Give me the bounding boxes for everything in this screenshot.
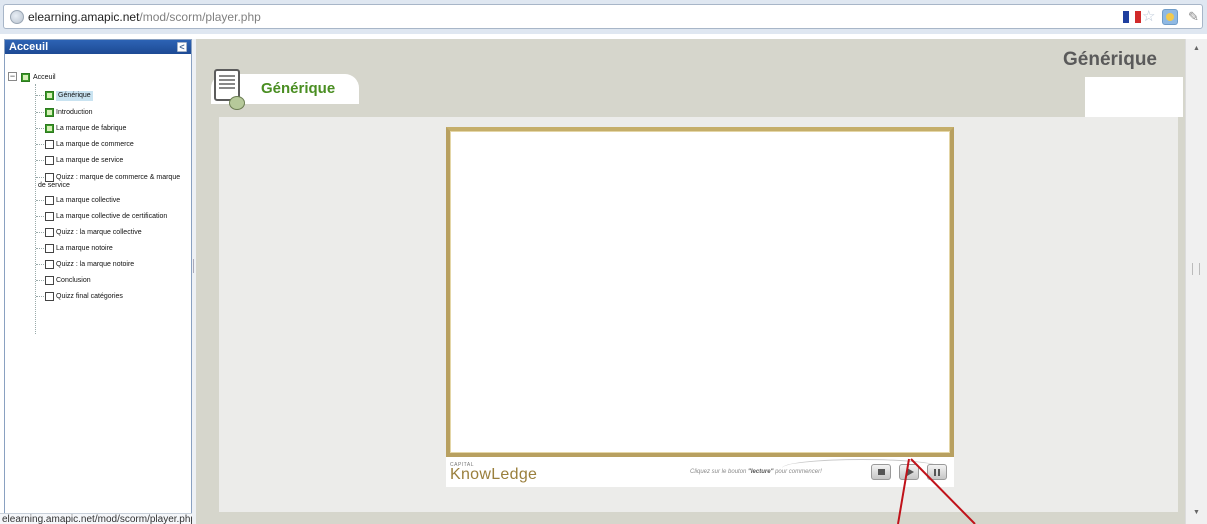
tree-item-root[interactable]: Acceuil bbox=[5, 70, 191, 86]
tree-item-label-continued: de service bbox=[38, 182, 70, 189]
stop-button[interactable] bbox=[871, 464, 891, 480]
extension-icon[interactable] bbox=[1162, 9, 1178, 25]
vertical-scrollbar[interactable]: ▲ ▼ bbox=[1185, 39, 1207, 524]
tree-item[interactable]: La marque de fabrique bbox=[5, 122, 191, 138]
scorm-player-stage[interactable] bbox=[446, 127, 954, 457]
url-text: elearning.amapic.net/mod/scorm/player.ph… bbox=[28, 10, 261, 24]
globe-icon bbox=[10, 10, 24, 24]
tree-item-label: Acceuil bbox=[33, 74, 56, 81]
completed-icon bbox=[45, 124, 54, 133]
tree-item[interactable]: Quizz : marque de commerce & marque de se… bbox=[5, 171, 191, 189]
tree-item[interactable]: La marque collective bbox=[5, 194, 191, 210]
pause-button[interactable] bbox=[927, 464, 947, 480]
page-title: Générique bbox=[1063, 49, 1157, 70]
star-icon[interactable]: ☆ bbox=[1142, 8, 1155, 26]
tree-branch-line bbox=[36, 296, 44, 297]
brand-logo: KnowLedge bbox=[450, 466, 538, 483]
tree-item-label: Conclusion bbox=[56, 277, 91, 284]
checkbox-icon bbox=[21, 73, 30, 82]
content-panel: CAPITAL KnowLedge Cliquez sur le bouton … bbox=[219, 117, 1178, 512]
play-hint: Cliquez sur le bouton "lecture" pour com… bbox=[690, 469, 822, 475]
tree-item-label: La marque notoire bbox=[56, 245, 113, 252]
tree-branch-line bbox=[36, 112, 44, 113]
tree-branch-line bbox=[36, 144, 44, 145]
checkbox-icon bbox=[45, 196, 54, 205]
tree-item[interactable]: Quizz : la marque collective bbox=[5, 226, 191, 242]
tree-item[interactable]: Générique bbox=[5, 89, 191, 105]
checkbox-icon bbox=[45, 228, 54, 237]
tree-item[interactable]: Quizz : la marque notoire bbox=[5, 258, 191, 274]
tree-branch-line bbox=[36, 177, 44, 178]
url-field[interactable]: elearning.amapic.net/mod/scorm/player.ph… bbox=[3, 4, 1203, 29]
tree-item-label: Quizz : marque de commerce & marque bbox=[56, 174, 181, 181]
play-button[interactable] bbox=[899, 464, 919, 480]
tree-branch-line bbox=[36, 280, 44, 281]
scroll-up-arrow-icon[interactable]: ▲ bbox=[1193, 45, 1200, 52]
checkbox-icon bbox=[45, 212, 54, 221]
tree-branch-line bbox=[36, 264, 44, 265]
main-content: Générique Générique CAPITAL KnowLedge Cl… bbox=[196, 39, 1185, 524]
tree-item-label: Quizz final catégories bbox=[56, 293, 123, 300]
section-tab: Générique bbox=[211, 69, 359, 110]
tree-branch-line bbox=[36, 128, 44, 129]
tree-item[interactable]: La marque collective de certification bbox=[5, 210, 191, 226]
tree-item-label: La marque collective de certification bbox=[56, 213, 168, 220]
tree-item[interactable]: La marque de service bbox=[5, 154, 191, 170]
tree-branch-line bbox=[36, 200, 44, 201]
section-tab-title: Générique bbox=[261, 80, 336, 97]
sidebar-header: Acceuil < bbox=[5, 40, 191, 54]
checkbox-icon bbox=[45, 140, 54, 149]
tree-branch-line bbox=[36, 160, 44, 161]
tree-item-label: Générique bbox=[56, 91, 93, 101]
checkbox-icon bbox=[45, 156, 54, 165]
checkbox-icon bbox=[45, 276, 54, 285]
tree-branch-line bbox=[36, 216, 44, 217]
completed-icon bbox=[45, 91, 54, 100]
tree-item-label: La marque de service bbox=[56, 157, 124, 164]
scrollbar-thumb[interactable] bbox=[1192, 263, 1200, 275]
sidebar-title: Acceuil bbox=[9, 41, 49, 53]
tree-item-label: La marque de fabrique bbox=[56, 125, 127, 132]
completed-icon bbox=[45, 108, 54, 117]
tree-item[interactable]: Conclusion bbox=[5, 274, 191, 290]
tree-item-label: La marque collective bbox=[56, 197, 121, 204]
tree-item[interactable]: La marque de commerce bbox=[5, 138, 191, 154]
checkbox-icon bbox=[45, 292, 54, 301]
tree-branch-line bbox=[36, 248, 44, 249]
toc-sidebar: Acceuil < − Acceuil Générique Introduction… bbox=[4, 39, 192, 524]
browser-address-bar: elearning.amapic.net/mod/scorm/player.ph… bbox=[0, 0, 1207, 34]
tree-item[interactable]: Quizz final catégories bbox=[5, 290, 191, 306]
wrench-icon[interactable]: ✎ bbox=[1188, 8, 1199, 26]
badge-icon bbox=[229, 96, 245, 110]
status-bar: elearning.amapic.net/mod/scorm/player.ph… bbox=[0, 513, 196, 524]
tree-item-label: Introduction bbox=[56, 109, 93, 116]
tree-item[interactable]: La marque notoire bbox=[5, 242, 191, 258]
player-controls-bar: CAPITAL KnowLedge Cliquez sur le bouton … bbox=[446, 457, 954, 487]
tree-item-label: Quizz : la marque collective bbox=[56, 229, 142, 236]
tree-item-label: Quizz : la marque notoire bbox=[56, 261, 135, 268]
splitter-grip[interactable] bbox=[193, 259, 195, 273]
checkbox-icon bbox=[45, 260, 54, 269]
tree-item[interactable]: Introduction bbox=[5, 106, 191, 122]
tree-branch-line bbox=[36, 95, 44, 96]
scroll-down-arrow-icon[interactable]: ▼ bbox=[1193, 509, 1200, 516]
flag-icon[interactable] bbox=[1123, 11, 1141, 23]
header-spacer bbox=[1085, 77, 1183, 117]
checkbox-icon bbox=[45, 244, 54, 253]
collapse-sidebar-button[interactable]: < bbox=[177, 42, 187, 52]
tree-branch-line bbox=[36, 232, 44, 233]
tree-item-label: La marque de commerce bbox=[56, 141, 134, 148]
